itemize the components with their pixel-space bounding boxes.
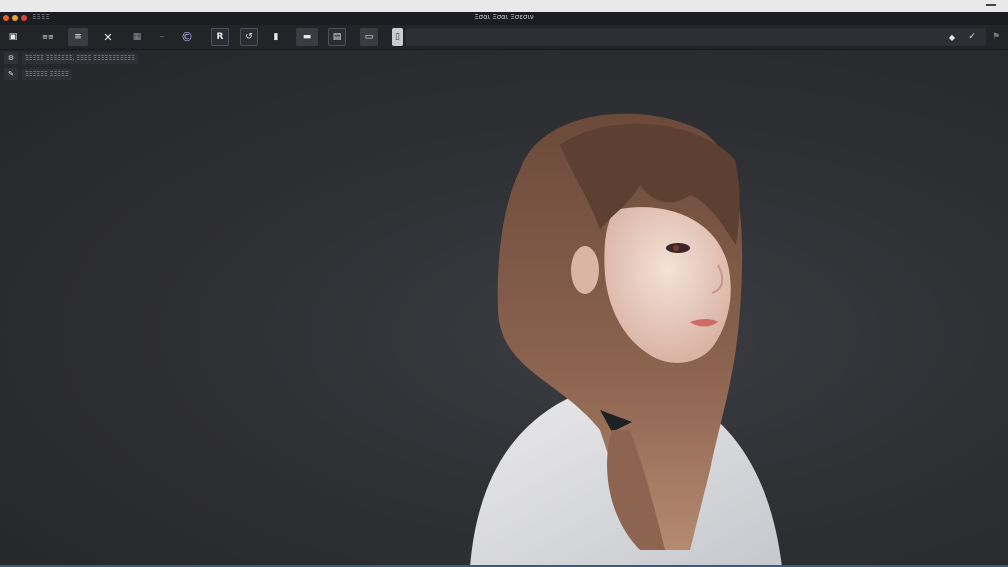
check-icon[interactable]: ✓ xyxy=(964,28,980,46)
brush-icon[interactable]: ◆ xyxy=(944,28,960,46)
sidebar-item-settings[interactable]: ⚙ ΞΞΞΞΞ ΞΞΞΞΞΞΞ, ΞΞΞΞ ΞΞΞΞΞΞΞΞΞΞΞ xyxy=(4,52,138,64)
zoom-icon[interactable]: ≡≡ xyxy=(36,28,60,46)
grid-icon[interactable]: ▦ xyxy=(128,28,146,46)
close-icon[interactable]: ✕ xyxy=(98,28,118,46)
window-icon[interactable]: ▭ xyxy=(360,28,378,46)
minus-icon[interactable]: – xyxy=(154,28,170,46)
rotate-icon[interactable]: ↺ xyxy=(240,28,258,46)
window-title: Ξσαι Ξσαι Ξσεσιν xyxy=(474,13,534,21)
monitor-icon[interactable]: ▬ xyxy=(296,28,318,46)
toolbar-input-field[interactable] xyxy=(406,28,986,46)
page-icon[interactable]: ▯ xyxy=(392,28,403,46)
document-icon[interactable]: ▤ xyxy=(328,28,346,46)
image-canvas[interactable] xyxy=(0,50,1008,567)
portrait-illustration xyxy=(470,113,782,567)
minimize-icon[interactable] xyxy=(986,4,996,6)
pen-icon[interactable]: ✎ xyxy=(4,68,18,80)
sidebar-item-label: ΞΞΞΞΞΞ ΞΞΞΞΞ xyxy=(22,68,72,80)
sidebar-item-label: ΞΞΞΞΞ ΞΞΞΞΞΞΞ, ΞΞΞΞ ΞΞΞΞΞΞΞΞΞΞΞ xyxy=(22,52,138,64)
toolbar: ▣ ≡≡ ≡ ✕ ▦ – © R ↺ ▮ ▬ ▤ ▭ ▯ ◆ ✓ ⚑ xyxy=(0,25,1008,50)
letter-r-icon[interactable]: R xyxy=(211,28,229,46)
title-bar: ΞΞΞΞ Ξσαι Ξσαι Ξσεσιν xyxy=(0,12,1008,26)
marker-icon[interactable]: ▮ xyxy=(268,28,284,46)
sidebar-item-pen[interactable]: ✎ ΞΞΞΞΞΞ ΞΞΞΞΞ xyxy=(4,68,72,80)
copyright-icon[interactable]: © xyxy=(177,28,197,46)
image-icon[interactable]: ▣ xyxy=(4,28,22,46)
menu-icon[interactable]: ≡ xyxy=(68,28,88,46)
flag-icon[interactable]: ⚑ xyxy=(988,28,1004,46)
settings-icon[interactable]: ⚙ xyxy=(4,52,18,64)
